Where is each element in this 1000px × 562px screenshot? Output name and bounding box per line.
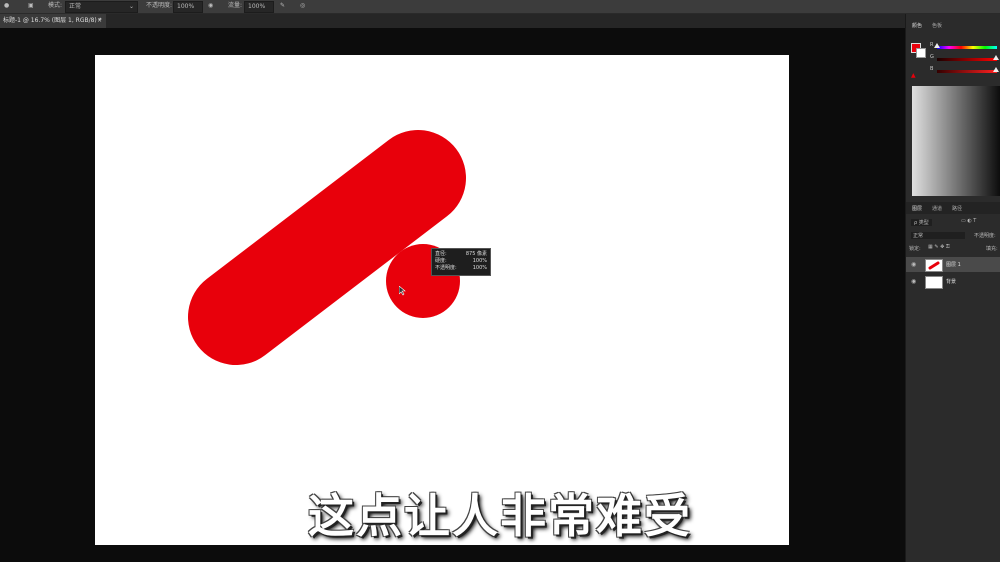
layer-name: 背景 <box>946 279 957 285</box>
channel-b-slider[interactable] <box>937 67 999 73</box>
tab-swatches[interactable]: 色板 <box>932 22 942 29</box>
tab-paths[interactable]: 路径 <box>952 205 962 212</box>
hud-value-opacity: 100% <box>472 265 487 271</box>
channel-r-label: R <box>930 42 934 48</box>
layers-panel-tabs: 图层 通道 路径 <box>906 202 1000 214</box>
hud-value-hardness: 100% <box>472 258 487 264</box>
blend-mode-select[interactable]: 正常 <box>911 232 965 239</box>
visibility-eye-icon[interactable]: ◉ <box>911 261 916 268</box>
layer-thumb-preview <box>928 261 940 270</box>
layer-thumbnail <box>925 259 943 272</box>
pressure-size-icon[interactable]: ◎ <box>300 1 305 11</box>
document-tab[interactable]: 标题-1 @ 16.7% (图层 1, RGB/8) * × <box>0 14 106 28</box>
layer-row-1[interactable]: ◉ 图层 1 <box>906 257 1000 272</box>
canvas[interactable] <box>95 55 789 545</box>
opacity-label: 不透明度: <box>146 2 173 9</box>
slider-knob <box>934 43 940 48</box>
flow-field[interactable]: 100% <box>244 1 274 13</box>
fill-label: 填充: <box>986 246 998 252</box>
lock-label: 锁定: <box>909 246 921 252</box>
tab-color[interactable]: 颜色 <box>912 22 922 29</box>
color-ramp[interactable] <box>912 86 1000 196</box>
red-stroke-shape <box>188 130 466 365</box>
slider-knob <box>993 55 999 60</box>
layer-name: 图层 1 <box>946 262 961 268</box>
color-panel-tabs: 颜色 色板 <box>906 20 1000 30</box>
document-title: 标题-1 @ 16.7% (图层 1, RGB/8) * <box>3 17 102 24</box>
flow-label: 流量: <box>228 2 243 9</box>
layer-filter-row: ρ 类型 ▭ ◐ T <box>906 217 1000 227</box>
document-tab-bar: 标题-1 @ 16.7% (图层 1, RGB/8) * × <box>0 14 908 28</box>
filter-icons[interactable]: ▭ ◐ T <box>961 218 976 224</box>
layer-thumbnail <box>925 276 943 289</box>
gamut-warning-icon[interactable]: ▲ <box>911 72 916 79</box>
hud-label-opacity: 不透明度: <box>435 265 457 271</box>
mode-value: 正常 <box>69 3 82 10</box>
tab-layers[interactable]: 图层 <box>912 205 922 212</box>
brush-size-hud: 直径: 875 像素 硬度: 100% 不透明度: 100% <box>431 248 491 276</box>
right-panel: 颜色 色板 ▲ R G B 图层 通道 路径 ρ 类型 ▭ ◐ T 正常 不透明… <box>905 14 1000 562</box>
channel-b-label: B <box>930 66 934 72</box>
brush-preset-icon[interactable]: ● <box>4 1 9 11</box>
blend-row: 正常 不透明度: <box>906 230 1000 240</box>
background-color-swatch[interactable] <box>916 48 926 58</box>
pressure-opacity-icon[interactable]: ◉ <box>208 1 213 11</box>
options-bar: ● ▣ 模式: 正常 ⌄ 不透明度: 100% ◉ 流量: 100% ✎ ◎ <box>0 0 1000 14</box>
slider-knob <box>993 67 999 72</box>
close-tab-icon[interactable]: × <box>97 14 102 28</box>
layer-opacity-label: 不透明度: <box>974 233 996 239</box>
channel-g-slider[interactable] <box>937 55 999 61</box>
brush-panel-icon[interactable]: ▣ <box>28 1 34 11</box>
airbrush-icon[interactable]: ✎ <box>280 1 285 11</box>
lock-icons[interactable]: ▦ ✎ ✥ ⚿ <box>928 244 950 250</box>
video-subtitle: 这点让人非常难受 <box>308 489 692 543</box>
tab-channels[interactable]: 通道 <box>932 205 942 212</box>
hud-label-diameter: 直径: <box>435 251 447 257</box>
mode-select[interactable]: 正常 ⌄ <box>65 1 138 13</box>
hud-label-hardness: 硬度: <box>435 258 447 264</box>
visibility-eye-icon[interactable]: ◉ <box>911 278 916 285</box>
channel-g-label: G <box>930 54 934 60</box>
lock-row: 锁定: ▦ ✎ ✥ ⚿ 填充: <box>906 243 1000 253</box>
layer-kind-filter[interactable]: ρ 类型 <box>911 219 932 226</box>
mouse-pointer-icon <box>399 286 406 296</box>
hud-value-diameter: 875 像素 <box>465 251 487 257</box>
mode-label: 模式: <box>48 2 63 9</box>
layer-row-background[interactable]: ◉ 背景 <box>906 274 1000 289</box>
channel-r-slider[interactable] <box>934 43 997 49</box>
opacity-field[interactable]: 100% <box>173 1 203 13</box>
